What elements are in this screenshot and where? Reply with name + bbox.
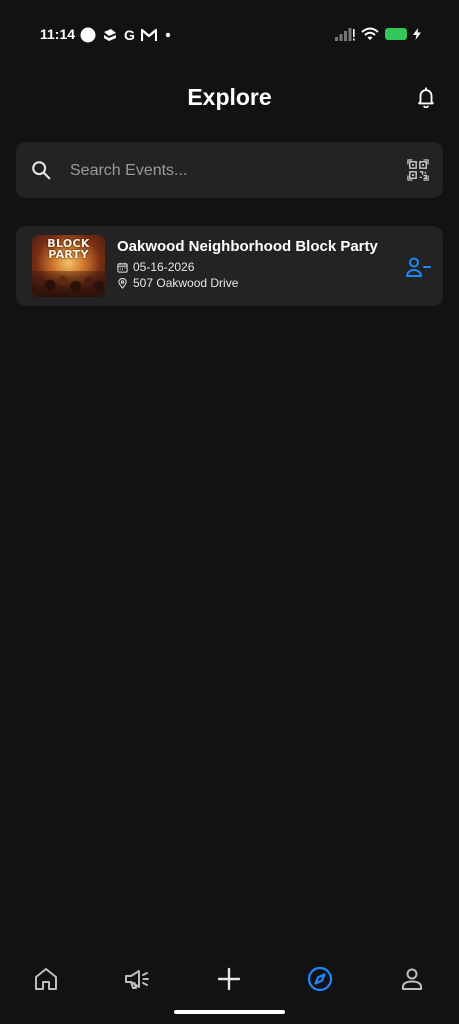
event-thumbnail-text: BLOCK PARTY (47, 237, 90, 261)
circle-icon (80, 27, 96, 42)
bottom-navigation (0, 952, 459, 1008)
gmail-icon (140, 28, 157, 41)
event-location: 507 Oakwood Drive (133, 276, 239, 290)
dot-icon (165, 32, 171, 37)
location-pin-icon (118, 277, 127, 289)
event-location-row: 507 Oakwood Drive (117, 276, 238, 290)
event-thumbnail: BLOCK PARTY (32, 235, 105, 297)
battery-charging-icon (413, 28, 421, 40)
plus-icon[interactable] (216, 966, 242, 992)
status-time: 11:14 (40, 26, 76, 42)
qr-scan-icon[interactable] (407, 159, 429, 181)
status-notification-icons: G (80, 26, 173, 43)
user-minus-icon[interactable] (405, 256, 431, 278)
google-icon: G (124, 26, 135, 43)
wifi-icon (361, 27, 379, 40)
calendar-icon (117, 262, 128, 273)
battery-indicator (385, 28, 407, 40)
header: Explore (0, 78, 459, 118)
home-icon[interactable] (33, 966, 59, 992)
compass-icon[interactable] (307, 966, 333, 992)
home-indicator[interactable] (174, 1010, 285, 1014)
event-date-row: 05-16-2026 (117, 260, 194, 274)
event-date: 05-16-2026 (133, 260, 195, 274)
bell-icon[interactable] (415, 86, 437, 108)
search-input[interactable] (68, 150, 392, 192)
search-icon (32, 161, 51, 180)
signal-icon (335, 28, 355, 41)
notes-icon (104, 28, 116, 41)
event-title: Oakwood Neighborhood Block Party (117, 238, 378, 255)
page-title: Explore (187, 84, 272, 110)
status-system-icons (335, 25, 421, 43)
person-icon[interactable] (399, 966, 425, 992)
event-thumbnail-crowd (32, 271, 105, 297)
status-bar: 11:14 G (0, 0, 459, 68)
search-bar (16, 142, 443, 198)
megaphone-icon[interactable] (124, 966, 150, 992)
event-card[interactable]: BLOCK PARTY Oakwood Neighborhood Block P… (16, 226, 443, 306)
